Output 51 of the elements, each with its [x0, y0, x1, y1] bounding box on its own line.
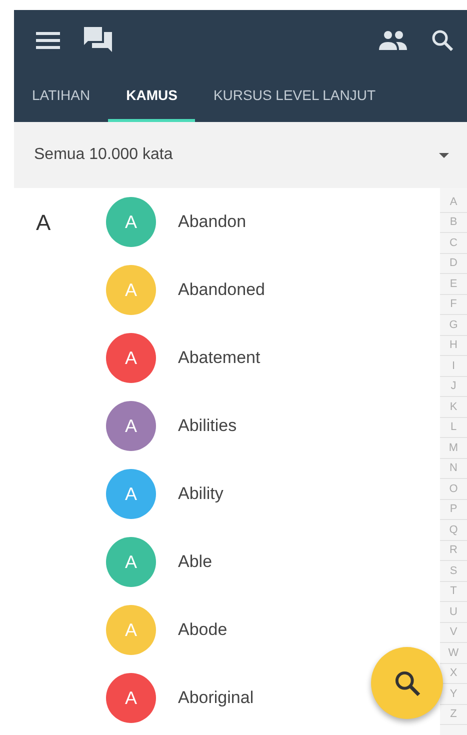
word-entry[interactable]: Abode — [178, 620, 228, 640]
index-letter[interactable]: E — [440, 274, 467, 294]
index-letter[interactable]: O — [440, 479, 467, 500]
index-letter[interactable]: I — [440, 356, 467, 376]
index-letter[interactable]: A — [440, 192, 467, 212]
word-entry[interactable]: Abandoned — [178, 280, 265, 300]
word-entry[interactable]: Ability — [178, 484, 224, 504]
index-letter[interactable]: C — [440, 233, 467, 254]
index-letter[interactable]: G — [440, 315, 467, 336]
search-fab[interactable] — [371, 647, 443, 719]
search-icon — [394, 670, 420, 696]
index-letter[interactable]: J — [440, 376, 467, 397]
word-entry[interactable]: Able — [178, 552, 212, 572]
index-letter[interactable]: K — [440, 397, 467, 418]
tab[interactable]: KURSUS LEVEL LANJUT — [195, 70, 394, 122]
index-letter[interactable]: V — [440, 622, 467, 643]
index-letter[interactable]: D — [440, 254, 467, 274]
initial-avatar: A — [106, 401, 156, 451]
index-letter[interactable]: U — [440, 602, 467, 622]
initial-avatar: A — [106, 537, 156, 587]
word-filter-dropdown[interactable]: Semua 10.000 kata — [14, 122, 467, 188]
word-entry[interactable]: Abilities — [178, 416, 237, 436]
index-letter[interactable]: S — [440, 561, 467, 582]
index-letter[interactable]: Q — [440, 520, 467, 540]
index-letter[interactable]: T — [440, 582, 467, 602]
word-entry[interactable]: Abatement — [178, 348, 260, 368]
tab[interactable]: LATIHAN — [14, 70, 108, 122]
initial-avatar: A — [106, 333, 156, 383]
index-letter[interactable]: M — [440, 438, 467, 458]
index-letter[interactable]: R — [440, 540, 467, 561]
index-letter[interactable]: Z — [440, 704, 467, 725]
initial-avatar: A — [106, 265, 156, 315]
search-icon[interactable] — [431, 29, 453, 51]
chat-icon[interactable] — [84, 27, 112, 53]
index-letter[interactable]: P — [440, 500, 467, 520]
dropdown-caret-icon — [439, 152, 449, 158]
index-letter[interactable]: W — [440, 643, 467, 664]
people-icon[interactable] — [379, 30, 407, 50]
word-entry[interactable]: Aboriginal — [178, 688, 254, 708]
section-letter: A — [36, 210, 51, 234]
index-letter[interactable]: L — [440, 418, 467, 438]
initial-avatar: A — [106, 469, 156, 519]
index-letter[interactable]: B — [440, 212, 467, 233]
index-letter[interactable]: N — [440, 458, 467, 479]
index-letter[interactable]: F — [440, 294, 467, 315]
word-entry[interactable]: Abandon — [178, 212, 246, 232]
initial-avatar: A — [106, 605, 156, 655]
initial-avatar: A — [106, 673, 156, 723]
menu-icon[interactable] — [36, 31, 60, 49]
initial-avatar: A — [106, 197, 156, 247]
index-letter[interactable]: H — [440, 336, 467, 356]
